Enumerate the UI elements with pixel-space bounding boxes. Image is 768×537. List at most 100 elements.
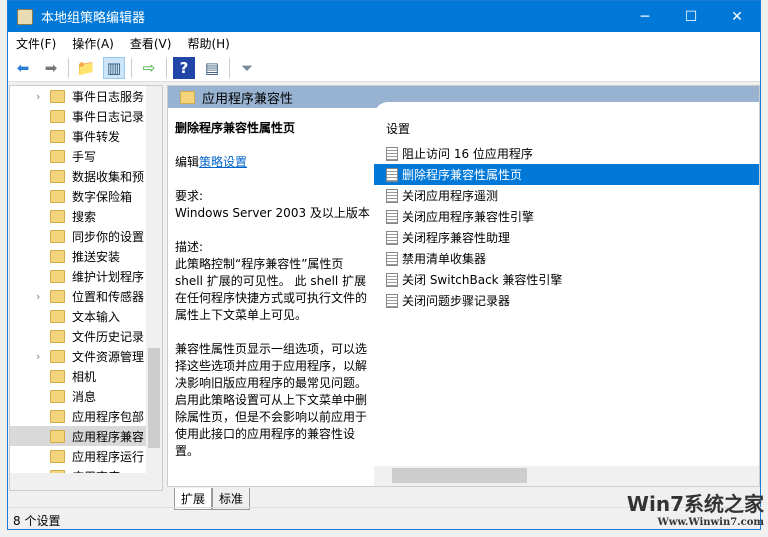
help-icon[interactable]: ? <box>173 56 195 79</box>
window-title: 本地组策略编辑器 <box>41 11 146 26</box>
tree-item[interactable]: 文本输入 <box>10 306 162 326</box>
tree-item-label: 位置和传感器 <box>72 289 145 304</box>
setting-label: 关闭应用程序遥测 <box>402 189 499 203</box>
list-horizontal-scrollbar[interactable] <box>374 466 759 486</box>
tree-item[interactable]: › 位置和传感器 <box>10 286 162 306</box>
setting-row[interactable]: 关闭程序兼容性助理 <box>374 227 759 248</box>
folder-icon <box>50 349 65 363</box>
tree-item-label: 数字保险箱 <box>72 189 133 204</box>
tree-item-label: 搜索 <box>72 209 97 224</box>
setting-row[interactable]: 关闭应用程序遥测 <box>374 185 759 206</box>
tree-item[interactable]: 搜索 <box>10 206 162 226</box>
tree-item[interactable]: 文件历史记录 <box>10 326 162 346</box>
folder-icon <box>50 329 65 343</box>
tree-item[interactable]: 数字保险箱 <box>10 186 162 206</box>
menu-bar: 文件(F) 操作(A) 查看(V) 帮助(H) <box>8 32 760 54</box>
back-icon[interactable]: ⬅ <box>12 57 34 79</box>
policy-title: 删除程序兼容性属性页 <box>175 121 296 135</box>
tree-horizontal-scrollbar[interactable] <box>10 473 148 490</box>
tree-item[interactable]: 消息 <box>10 386 162 406</box>
policy-setting-icon <box>386 272 398 287</box>
tree-item[interactable]: 事件转发 <box>10 126 162 146</box>
folder-icon <box>50 189 65 203</box>
folder-icon <box>50 149 65 163</box>
tree-item-label: 应用程序兼容 <box>72 429 145 444</box>
tree-item[interactable]: 应用程序兼容 <box>10 426 162 446</box>
show-hide-tree-icon[interactable]: ▥ <box>103 56 125 79</box>
column-header-setting[interactable]: 设置 <box>374 102 759 143</box>
tree-item[interactable]: 维护计划程序 <box>10 266 162 286</box>
folder-icon <box>50 229 65 243</box>
gpedit-window: 本地组策略编辑器 ─ ☐ ✕ 文件(F) 操作(A) 查看(V) 帮助(H) ⬅… <box>7 0 761 530</box>
tree-item[interactable]: › 文件资源管理 <box>10 346 162 366</box>
tree-item[interactable]: 推送安装 <box>10 246 162 266</box>
policy-setting-icon <box>386 146 398 161</box>
folder-icon <box>50 309 65 323</box>
close-button[interactable]: ✕ <box>714 9 760 25</box>
tree-vertical-scrollbar[interactable] <box>146 86 162 490</box>
tree-item-label: 手写 <box>72 149 97 164</box>
tree-item-label: 事件日志服务 <box>72 89 145 104</box>
folder-icon <box>50 429 65 443</box>
setting-row[interactable]: 关闭应用程序兼容性引擎 <box>374 206 759 227</box>
tree-item[interactable]: 事件日志记录 <box>10 106 162 126</box>
tree-item[interactable]: 数据收集和预 <box>10 166 162 186</box>
requirement: Windows Server 2003 及以上版本 <box>175 206 370 220</box>
policy-setting-icon <box>386 167 398 182</box>
setting-row[interactable]: 关闭问题步骤记录器 <box>374 290 759 311</box>
up-folder-icon[interactable]: 📁 <box>75 57 97 79</box>
tree-item[interactable]: › 事件日志服务 <box>10 86 162 106</box>
settings-list: 设置 阻止访问 16 位应用程序删除程序兼容性属性页关闭应用程序遥测关闭应用程序… <box>374 102 759 466</box>
watermark: Win7系统之家 Www.Winwin7.com <box>626 492 764 528</box>
export-list-icon[interactable]: ⇨ <box>138 57 160 79</box>
menu-action[interactable]: 操作(A) <box>72 35 114 52</box>
folder-icon <box>50 409 65 423</box>
folder-icon <box>50 269 65 283</box>
tree-item[interactable]: 应用程序包部 <box>10 406 162 426</box>
folder-icon <box>50 169 65 183</box>
forward-icon[interactable]: ➡ <box>40 57 62 79</box>
setting-label: 禁用清单收集器 <box>402 252 487 266</box>
tree-item-label: 推送安装 <box>72 249 121 264</box>
menu-view[interactable]: 查看(V) <box>130 35 172 52</box>
tree-item[interactable]: 应用程序运行 <box>10 446 162 466</box>
toolbar: ⬅ ➡ 📁 ▥ ⇨ ? ▤ ⏷ <box>8 54 760 82</box>
tree-item[interactable]: 相机 <box>10 366 162 386</box>
folder-icon <box>50 289 65 303</box>
policy-settings-link[interactable]: 策略设置 <box>199 155 247 169</box>
policy-setting-icon <box>386 230 398 245</box>
tree-item[interactable]: 手写 <box>10 146 162 166</box>
setting-row[interactable]: 阻止访问 16 位应用程序 <box>374 143 759 164</box>
folder-icon <box>50 89 65 103</box>
menu-file[interactable]: 文件(F) <box>16 35 56 52</box>
setting-label: 关闭程序兼容性助理 <box>402 231 511 245</box>
policy-setting-icon <box>386 293 398 308</box>
setting-row[interactable]: 删除程序兼容性属性页 <box>374 164 759 185</box>
tree-pane: › 事件日志服务 事件日志记录事件转发手写数据收集和预数字保险箱搜索同步你的设置推送… <box>9 85 163 491</box>
minimize-button[interactable]: ─ <box>622 9 668 25</box>
folder-icon <box>50 369 65 383</box>
filter-icon[interactable]: ⏷ <box>236 57 258 79</box>
policy-setting-icon <box>386 251 398 266</box>
expand-chevron-icon[interactable]: › <box>36 350 50 363</box>
expand-chevron-icon[interactable]: › <box>36 290 50 303</box>
setting-row[interactable]: 关闭 SwitchBack 兼容性引擎 <box>374 269 759 290</box>
maximize-button[interactable]: ☐ <box>668 9 714 25</box>
tree-item-label: 文件资源管理 <box>72 349 145 364</box>
setting-label: 关闭应用程序兼容性引擎 <box>402 210 535 224</box>
action-pane-icon[interactable]: ▤ <box>201 57 223 79</box>
folder-icon <box>50 389 65 403</box>
menu-help[interactable]: 帮助(H) <box>187 35 229 52</box>
setting-label: 关闭问题步骤记录器 <box>402 294 511 308</box>
setting-label: 关闭 SwitchBack 兼容性引擎 <box>402 273 563 287</box>
expand-chevron-icon[interactable]: › <box>36 90 50 103</box>
tree-item[interactable]: 同步你的设置 <box>10 226 162 246</box>
setting-label: 阻止访问 16 位应用程序 <box>402 147 533 161</box>
description-text: 此策略控制“程序兼容性”属性页 shell 扩展的可见性。 此 shell 扩展… <box>175 257 368 322</box>
tree-item-label: 事件日志记录 <box>72 109 145 124</box>
description-panel: 删除程序兼容性属性页 编辑策略设置 要求: Windows Server 200… <box>175 120 373 477</box>
folder-icon <box>50 109 65 123</box>
policy-setting-icon <box>386 188 398 203</box>
setting-row[interactable]: 禁用清单收集器 <box>374 248 759 269</box>
tree-item-label: 相机 <box>72 369 97 384</box>
